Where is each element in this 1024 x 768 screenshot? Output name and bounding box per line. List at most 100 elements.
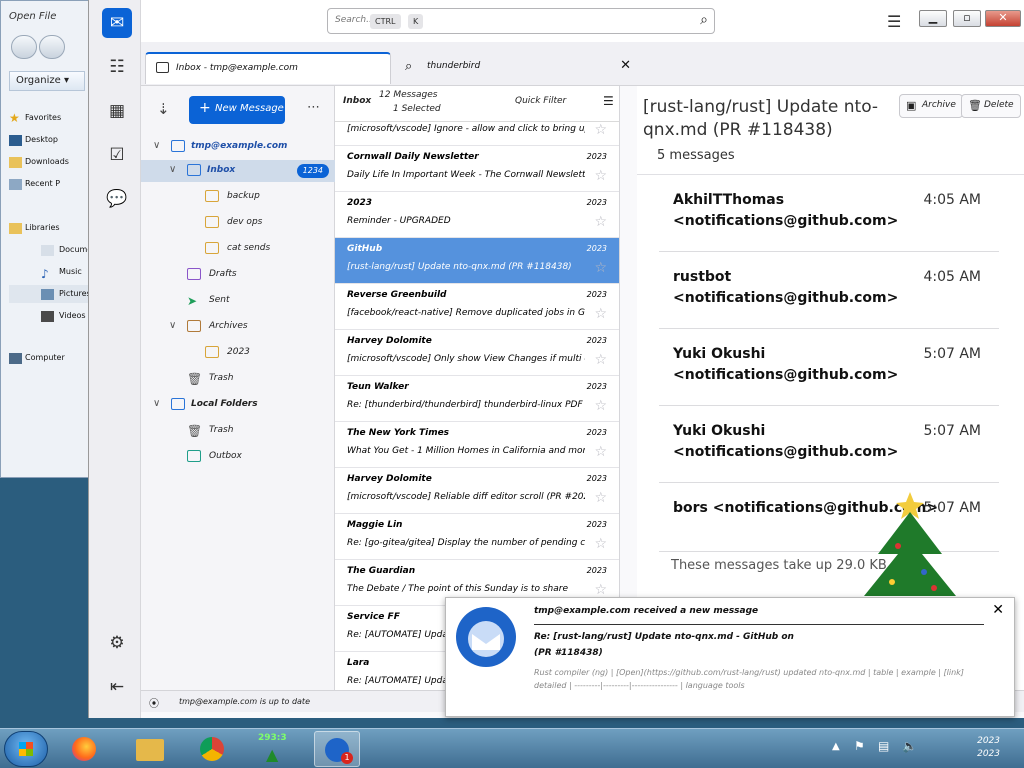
star-icon[interactable]: ☆	[594, 352, 607, 368]
taskbar-thunderbird[interactable]: 1	[314, 731, 360, 767]
close-notification-icon[interactable]: ✕	[992, 602, 1004, 618]
star-icon[interactable]: ☆	[594, 168, 607, 184]
thread-row[interactable]: GitHub 2023 [rust-lang/rust] Update nto-qn…	[335, 238, 619, 284]
taskbar-explorer[interactable]	[128, 731, 174, 767]
thread-sender: Maggie Lin	[347, 520, 403, 530]
folder-sub2[interactable]: dev ops	[141, 212, 335, 234]
ornament	[921, 569, 927, 575]
thread-subject: What You Get - 1 Million Homes in Califo…	[347, 446, 585, 456]
star-icon[interactable]: ☆	[594, 582, 607, 598]
thread-date: 2023	[586, 474, 607, 483]
search-icon[interactable]: ⌕	[700, 12, 708, 28]
chat-button[interactable]: 💬	[102, 184, 132, 214]
videos-item[interactable]: Videos	[59, 311, 86, 320]
action-center-icon[interactable]: ⚑	[854, 739, 865, 753]
notification-body: Rust compiler (ng) | [Open](https://gith…	[534, 668, 964, 690]
thread-row[interactable]: [microsoft/vscode] Ignore - allow and cl…	[335, 100, 619, 146]
folder-inbox[interactable]: ∨ Inbox 1234	[141, 160, 335, 182]
folder-account[interactable]: ∨ tmp@example.com	[141, 136, 335, 158]
message-card[interactable]: rustbot <notifications@github.com> 4:05 A…	[659, 267, 999, 329]
folder-sub3[interactable]: cat sends	[141, 238, 335, 260]
tab-search[interactable]: ⌕ thunderbird ✕	[397, 52, 637, 84]
downloads-item[interactable]: Downloads	[25, 157, 69, 166]
folder-local[interactable]: ∨ Local Folders	[141, 394, 335, 416]
star-icon[interactable]: ☆	[594, 122, 607, 138]
collapse-icon: ⇤	[109, 677, 125, 697]
folder-sub1[interactable]: backup	[141, 186, 335, 208]
back-button[interactable]	[11, 35, 37, 59]
forward-button[interactable]	[39, 35, 65, 59]
global-search[interactable]: Search... CTRL K ⌕	[327, 8, 715, 34]
close-tab-icon[interactable]: ✕	[620, 58, 631, 73]
tray-expand-icon[interactable]: ▲	[832, 741, 840, 752]
folder-sent[interactable]: ➤ Sent	[141, 290, 335, 312]
folder-archive-year[interactable]: 2023	[141, 342, 335, 364]
star-icon[interactable]: ☆	[594, 260, 607, 276]
taskbar-xmas-counter[interactable]: 293:3 ▲	[252, 731, 298, 767]
new-message-button[interactable]: + New Message	[189, 96, 285, 124]
thread-row[interactable]: Cornwall Daily Newsletter 2023 Daily Life …	[335, 146, 619, 192]
folder-drafts[interactable]: Drafts	[141, 264, 335, 286]
calendar-button[interactable]: ▦	[102, 96, 132, 126]
star-icon[interactable]: ☆	[594, 490, 607, 506]
message-card[interactable]: AkhilTThomas <notifications@github.com> 4…	[659, 190, 999, 252]
music-item[interactable]: Music	[59, 267, 82, 276]
thread-row[interactable]: Harvey Dolomite 2023 [microsoft/vscode] Re…	[335, 468, 619, 514]
maximize-button[interactable]: ▫	[953, 10, 981, 27]
network-icon[interactable]: ▤	[878, 739, 889, 753]
clock[interactable]: 2023 2023	[977, 735, 1000, 761]
gear-icon: ⚙	[109, 633, 125, 653]
calendar-icon: ▦	[108, 101, 126, 121]
settings-button[interactable]: ⚙	[102, 628, 132, 658]
folder-trash[interactable]: 🗑 Trash	[141, 368, 335, 390]
thread-row[interactable]: The New York Times 2023 What You Get - 1 M…	[335, 422, 619, 468]
music-icon: ♪	[41, 267, 49, 281]
thread-sender: Service FF	[347, 612, 400, 622]
pictures-item[interactable]: Pictures	[59, 289, 91, 298]
tasks-button[interactable]: ☑	[102, 140, 132, 170]
message-sender: Yuki Okushi <notifications@github.com>	[673, 423, 899, 460]
archive-button[interactable]: ▣ Archive	[899, 94, 963, 118]
mail-space-button[interactable]: ✉	[102, 8, 132, 38]
thread-row[interactable]: Harvey Dolomite 2023 [microsoft/vscode] On…	[335, 330, 619, 376]
organize-button[interactable]: Organize ▾	[9, 71, 85, 91]
star-icon[interactable]: ☆	[594, 444, 607, 460]
desktop-item[interactable]: Desktop	[25, 135, 58, 144]
star-icon[interactable]: ☆	[594, 398, 607, 414]
libraries-item[interactable]: Libraries	[25, 223, 60, 232]
message-card[interactable]: Yuki Okushi <notifications@github.com> 5:…	[659, 344, 999, 406]
search-input[interactable]: Search...	[335, 15, 375, 25]
taskbar-firefox[interactable]	[62, 731, 108, 767]
thread-row[interactable]: Teun Walker 2023 Re: [thunderbird/thunderb…	[335, 376, 619, 422]
delete-button[interactable]: 🗑 Delete	[961, 94, 1021, 118]
folder-archives[interactable]: ∨ Archives	[141, 316, 335, 338]
computer-item[interactable]: Computer	[25, 353, 65, 362]
collapse-spaces-button[interactable]: ⇤	[102, 672, 132, 702]
more-options-icon[interactable]: ⋯	[307, 100, 320, 115]
thread-row[interactable]: 2023 2023 Reminder - UPGRADED ☆	[335, 192, 619, 238]
star-icon[interactable]: ☆	[594, 536, 607, 552]
close-button[interactable]: ✕	[985, 10, 1021, 27]
message-card[interactable]: Yuki Okushi <notifications@github.com> 5:…	[659, 421, 999, 483]
volume-icon[interactable]: 🔈	[902, 739, 917, 753]
thread-row[interactable]: Maggie Lin 2023 Re: [go-gitea/gitea] Displ…	[335, 514, 619, 560]
tab-inbox[interactable]: Inbox - tmp@example.com	[145, 52, 391, 84]
folder-local-trash[interactable]: 🗑 Trash	[141, 420, 335, 442]
address-book-button[interactable]: ☷	[102, 52, 132, 82]
star-icon[interactable]: ☆	[594, 214, 607, 230]
start-button[interactable]	[4, 731, 48, 767]
star-icon[interactable]: ☆	[594, 306, 607, 322]
folder-outbox[interactable]: Outbox	[141, 446, 335, 468]
thread-row[interactable]: Reverse Greenbuild 2023 [facebook/react-na…	[335, 284, 619, 330]
app-menu-icon[interactable]: ☰	[887, 12, 901, 31]
favorites-label[interactable]: Favorites	[25, 113, 61, 122]
thread-sender: Cornwall Daily Newsletter	[347, 152, 479, 162]
get-messages-icon[interactable]: ⇣	[157, 100, 170, 118]
minimize-button[interactable]: ▁	[919, 10, 947, 27]
thread-sender: The Guardian	[347, 566, 416, 576]
recent-item[interactable]: Recent P	[25, 179, 60, 188]
taskbar-chrome[interactable]	[190, 731, 236, 767]
new-mail-notification[interactable]: tmp@example.com received a new message R…	[445, 597, 1015, 717]
firefox-icon	[72, 737, 96, 761]
mail-icon: ✉	[109, 13, 125, 33]
